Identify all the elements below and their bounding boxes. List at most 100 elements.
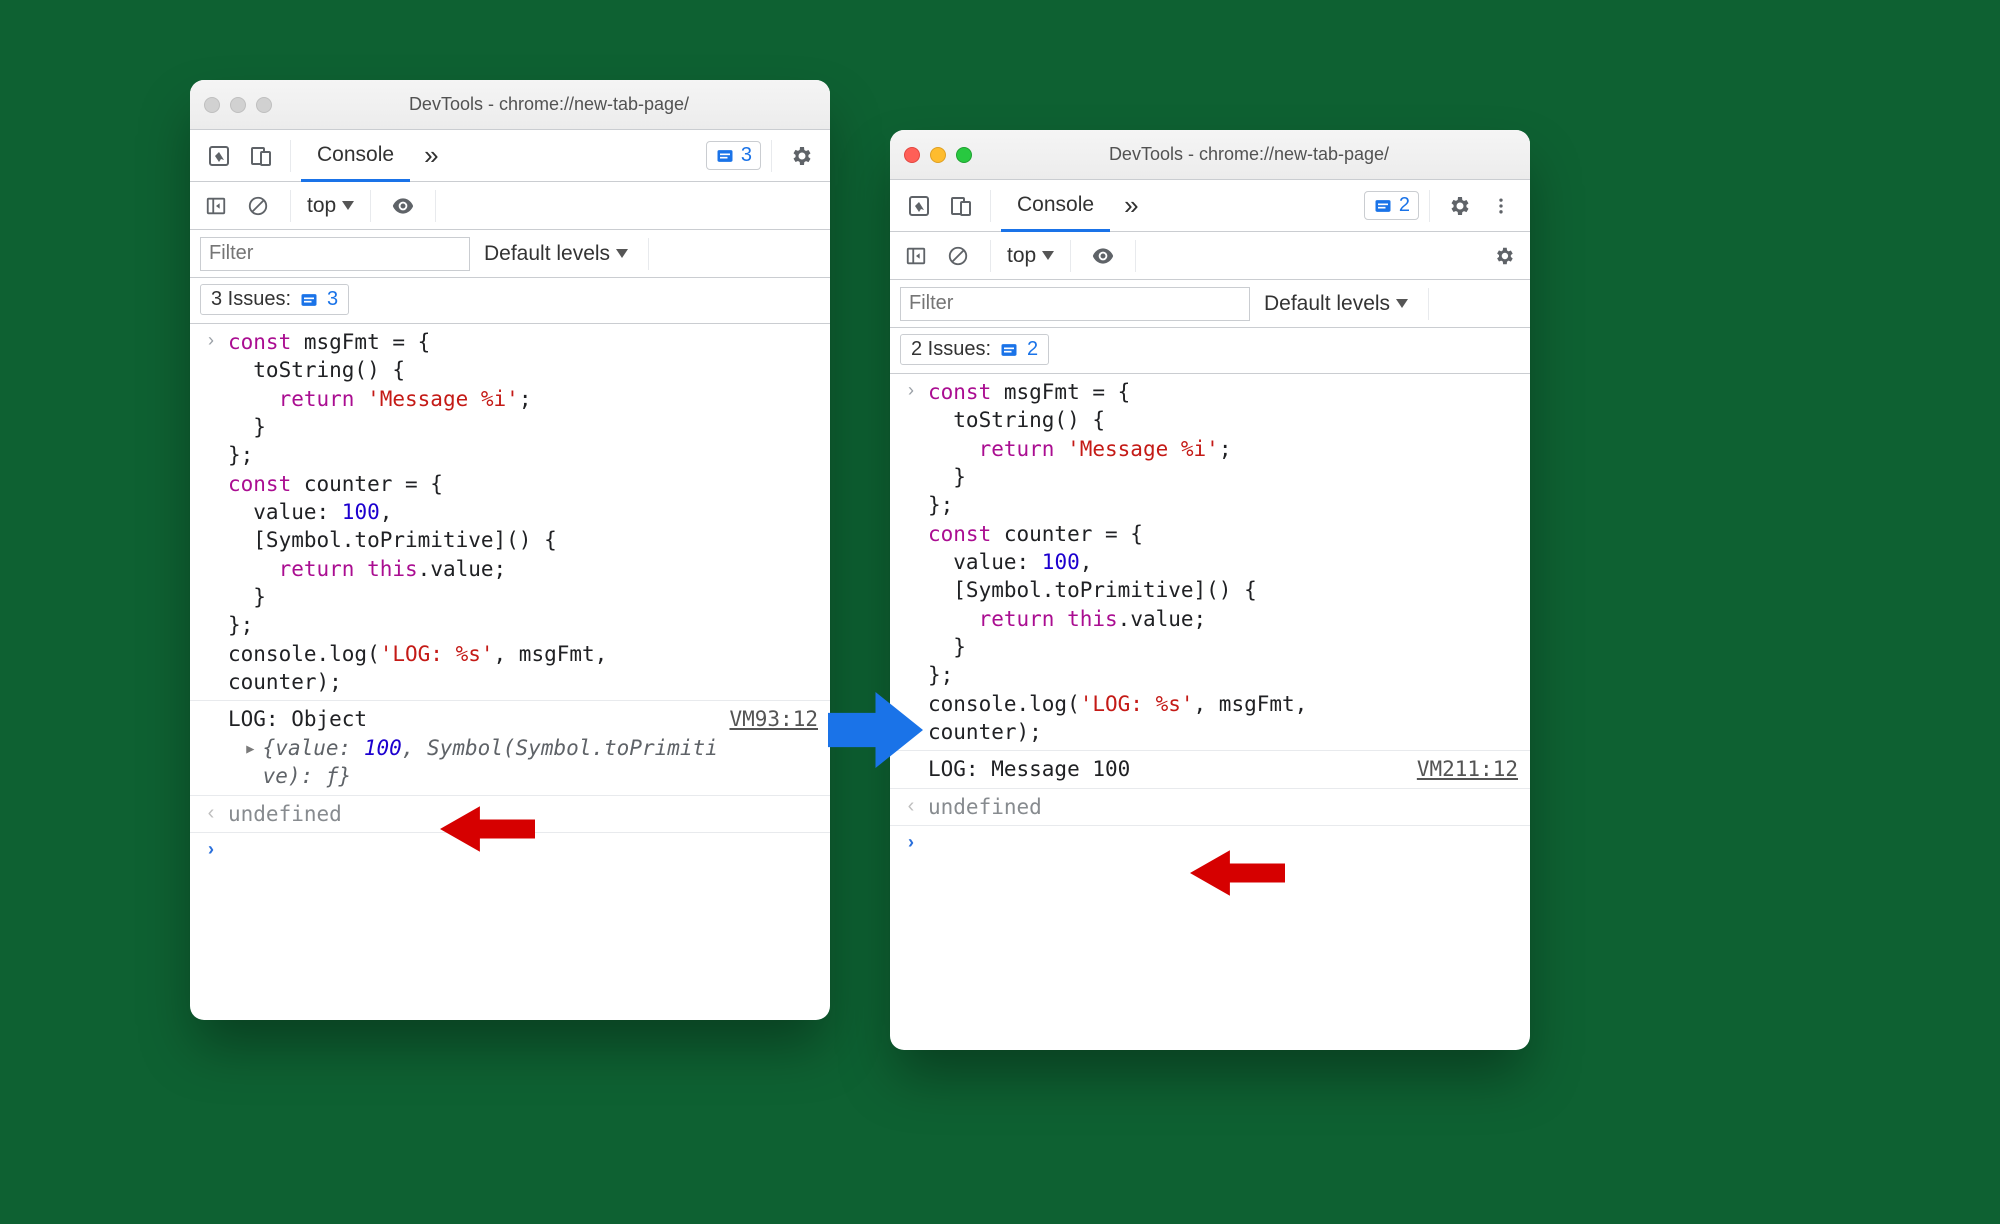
inspect-icon[interactable] <box>200 137 238 175</box>
undefined-text: undefined <box>228 800 818 828</box>
tab-console[interactable]: Console <box>1001 180 1110 232</box>
sidebar-toggle-icon[interactable] <box>200 190 232 222</box>
separator <box>771 140 772 172</box>
issue-icon <box>299 290 319 310</box>
source-link[interactable]: VM211:12 <box>1417 755 1518 783</box>
sidebar-toggle-icon[interactable] <box>900 240 932 272</box>
live-expression-icon[interactable] <box>1087 240 1119 272</box>
levels-label: Default levels <box>484 242 610 266</box>
more-tabs-icon[interactable]: » <box>1114 190 1148 221</box>
minimize-icon[interactable] <box>930 147 946 163</box>
prompt-icon: › <box>202 837 220 860</box>
return-icon: ‹ <box>902 793 920 818</box>
chevron-down-icon <box>1396 299 1408 308</box>
context-selector[interactable]: top <box>1007 244 1054 268</box>
separator <box>370 190 371 222</box>
minimize-icon[interactable] <box>230 97 246 113</box>
return-row: ‹ undefined <box>890 789 1530 826</box>
log-output-row: LOG: Object VM93:12 ▸ {value: 100, Symbo… <box>190 701 830 795</box>
window-title: DevTools - chrome://new-tab-page/ <box>982 144 1516 165</box>
titlebar[interactable]: DevTools - chrome://new-tab-page/ <box>190 80 830 130</box>
issues-count: 3 <box>741 144 752 167</box>
prompt-row[interactable]: › <box>190 833 830 864</box>
filter-bar: Default levels <box>190 230 830 278</box>
device-toggle-icon[interactable] <box>242 137 280 175</box>
prompt-icon: › <box>902 378 920 401</box>
issues-badge[interactable]: 3 <box>706 141 761 170</box>
prompt-icon: › <box>902 830 920 853</box>
separator <box>990 240 991 272</box>
issues-count: 3 <box>327 288 338 311</box>
titlebar[interactable]: DevTools - chrome://new-tab-page/ <box>890 130 1530 180</box>
issue-icon <box>1373 196 1393 216</box>
chevron-down-icon <box>616 249 628 258</box>
live-expression-icon[interactable] <box>387 190 419 222</box>
devtools-window-before: DevTools - chrome://new-tab-page/ Consol… <box>190 80 830 1020</box>
close-icon[interactable] <box>204 97 220 113</box>
issues-badge[interactable]: 2 <box>1364 191 1419 220</box>
levels-label: Default levels <box>1264 292 1390 316</box>
issues-chip[interactable]: 2 Issues: 2 <box>900 334 1049 365</box>
separator <box>1135 240 1136 272</box>
kebab-menu-icon[interactable] <box>1482 187 1520 225</box>
main-toolbar: Console » 3 <box>190 130 830 182</box>
context-selector[interactable]: top <box>307 194 354 218</box>
traffic-lights[interactable] <box>904 147 972 163</box>
issues-count: 2 <box>1027 338 1038 361</box>
separator <box>990 190 991 222</box>
context-label: top <box>1007 244 1036 268</box>
settings-icon[interactable] <box>782 137 820 175</box>
chevron-down-icon <box>342 201 354 210</box>
settings-icon[interactable] <box>1488 240 1520 272</box>
issues-chip[interactable]: 3 Issues: 3 <box>200 284 349 315</box>
filter-bar: Default levels <box>890 280 1530 328</box>
return-row: ‹ undefined <box>190 796 830 833</box>
separator <box>1429 190 1430 222</box>
issue-icon <box>715 146 735 166</box>
return-icon: ‹ <box>202 800 220 825</box>
tab-console[interactable]: Console <box>301 130 410 182</box>
clear-console-icon[interactable] <box>942 240 974 272</box>
console-input-row: › const msgFmt = { toString() { return '… <box>890 374 1530 751</box>
window-title: DevTools - chrome://new-tab-page/ <box>282 94 816 115</box>
inspect-icon[interactable] <box>900 187 938 225</box>
console-input-row: › const msgFmt = { toString() { return '… <box>190 324 830 701</box>
prompt-icon: › <box>202 328 220 351</box>
filter-input[interactable] <box>200 237 470 271</box>
traffic-lights[interactable] <box>204 97 272 113</box>
filter-input[interactable] <box>900 287 1250 321</box>
clear-console-icon[interactable] <box>242 190 274 222</box>
separator <box>435 190 436 222</box>
issues-label: 2 Issues: <box>911 338 991 361</box>
separator <box>290 140 291 172</box>
zoom-icon[interactable] <box>256 97 272 113</box>
more-tabs-icon[interactable]: » <box>414 140 448 171</box>
chevron-down-icon <box>1042 251 1054 260</box>
object-preview[interactable]: ▸ {value: 100, Symbol(Symbol.toPrimitive… <box>228 734 818 791</box>
undefined-text: undefined <box>928 793 1518 821</box>
log-output-row: LOG: Message 100 VM211:12 <box>890 751 1530 788</box>
levels-selector[interactable]: Default levels <box>484 242 628 266</box>
prompt-row[interactable]: › <box>890 826 1530 857</box>
issue-icon <box>999 340 1019 360</box>
console-output: › const msgFmt = { toString() { return '… <box>890 374 1530 1050</box>
main-toolbar: Console » 2 <box>890 180 1530 232</box>
levels-selector[interactable]: Default levels <box>1264 292 1408 316</box>
tab-label: Console <box>317 143 394 167</box>
tab-label: Console <box>1017 193 1094 217</box>
settings-icon[interactable] <box>1440 187 1478 225</box>
separator <box>1428 288 1429 320</box>
code-snippet[interactable]: const msgFmt = { toString() { return 'Me… <box>928 378 1518 746</box>
separator <box>1070 240 1071 272</box>
zoom-icon[interactable] <box>956 147 972 163</box>
source-link[interactable]: VM93:12 <box>729 705 818 733</box>
device-toggle-icon[interactable] <box>942 187 980 225</box>
console-output: › const msgFmt = { toString() { return '… <box>190 324 830 1020</box>
code-snippet[interactable]: const msgFmt = { toString() { return 'Me… <box>228 328 818 696</box>
close-icon[interactable] <box>904 147 920 163</box>
issues-bar: 2 Issues: 2 <box>890 328 1530 374</box>
console-subtoolbar: top <box>890 232 1530 280</box>
expand-icon[interactable]: ▸ <box>244 734 257 791</box>
transition-arrow-icon <box>828 690 923 770</box>
context-label: top <box>307 194 336 218</box>
